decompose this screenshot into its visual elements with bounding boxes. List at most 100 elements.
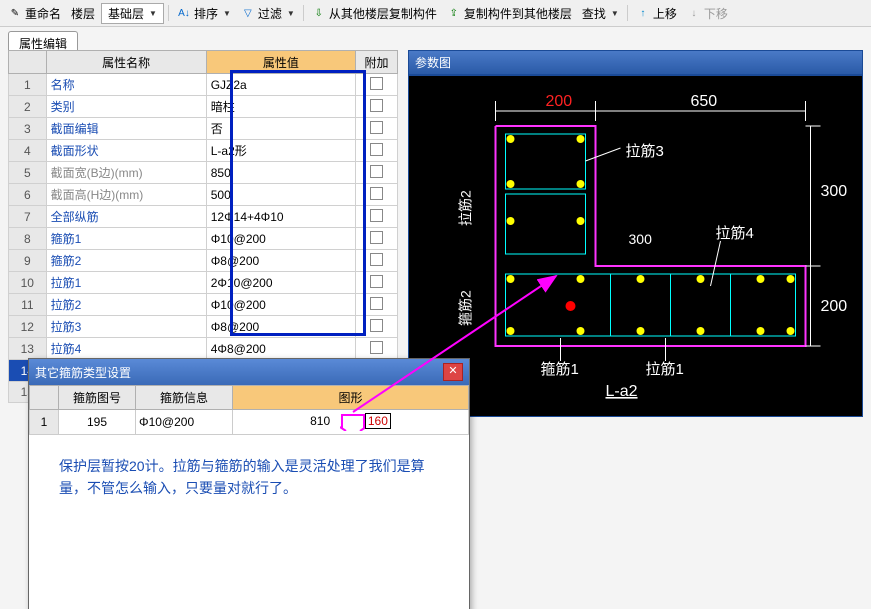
stirrup-number[interactable]: 195 xyxy=(59,410,136,435)
col-shape[interactable]: 图形 xyxy=(233,386,469,410)
prop-value[interactable]: 暗柱 xyxy=(206,96,355,118)
prop-extra[interactable] xyxy=(356,250,398,272)
checkbox-icon[interactable] xyxy=(370,297,383,310)
property-row[interactable]: 4截面形状L-a2形 xyxy=(9,140,398,162)
property-row[interactable]: 3截面编辑否 xyxy=(9,118,398,140)
close-button[interactable]: ✕ xyxy=(443,363,463,381)
checkbox-icon[interactable] xyxy=(370,253,383,266)
prop-value[interactable]: 12Φ14+4Φ10 xyxy=(206,206,355,228)
prop-extra[interactable] xyxy=(356,74,398,96)
col-name[interactable]: 属性名称 xyxy=(46,51,206,74)
col-num xyxy=(9,51,47,74)
col-stirrup-info[interactable]: 箍筋信息 xyxy=(136,386,233,410)
prop-name: 箍筋1 xyxy=(46,228,206,250)
move-down-button: ↓下移 xyxy=(683,4,732,23)
checkbox-icon[interactable] xyxy=(370,165,383,178)
other-stirrup-dialog: 其它箍筋类型设置 ✕ 箍筋图号 箍筋信息 图形 1 195 Φ10@200 81… xyxy=(28,358,470,609)
prop-extra[interactable] xyxy=(356,294,398,316)
prop-extra[interactable] xyxy=(356,228,398,250)
stirrup-info[interactable]: Φ10@200 xyxy=(136,410,233,435)
row-number: 10 xyxy=(9,272,47,294)
label-lajin1: 拉筋1 xyxy=(646,361,684,378)
prop-value[interactable]: 4Φ8@200 xyxy=(206,338,355,360)
property-row[interactable]: 12拉筋3Φ8@200 xyxy=(9,316,398,338)
property-row[interactable]: 8箍筋1Φ10@200 xyxy=(9,228,398,250)
property-row[interactable]: 2类别暗柱 xyxy=(9,96,398,118)
copy-to-icon: ⇪ xyxy=(447,6,461,20)
checkbox-icon[interactable] xyxy=(370,99,383,112)
arrow-up-icon: ↑ xyxy=(636,6,650,20)
col-stirrup-num[interactable]: 箍筋图号 xyxy=(59,386,136,410)
prop-extra[interactable] xyxy=(356,140,398,162)
prop-name: 拉筋2 xyxy=(46,294,206,316)
prop-extra[interactable] xyxy=(356,206,398,228)
checkbox-icon[interactable] xyxy=(370,275,383,288)
shape-dim1: 810 xyxy=(310,414,330,428)
checkbox-icon[interactable] xyxy=(370,187,383,200)
move-up-button[interactable]: ↑上移 xyxy=(632,4,681,23)
filter-button[interactable]: ▽过滤▼ xyxy=(237,4,299,23)
shape-dim2: 160 xyxy=(365,413,391,429)
prop-value[interactable]: 850 xyxy=(206,162,355,184)
prop-name: 箍筋2 xyxy=(46,250,206,272)
property-row[interactable]: 7全部纵筋12Φ14+4Φ10 xyxy=(9,206,398,228)
prop-extra[interactable] xyxy=(356,272,398,294)
stirrup-shape[interactable]: 810 160 xyxy=(233,410,469,435)
note-text: 保护层暂按20计。拉筋与箍筋的输入是灵活处理了我们是算量，不管怎么输入，只要量对… xyxy=(29,435,469,520)
prop-value[interactable]: Φ10@200 xyxy=(206,294,355,316)
find-button[interactable]: 查找▼ xyxy=(578,4,623,23)
property-row[interactable]: 5截面宽(B边)(mm)850 xyxy=(9,162,398,184)
row-num: 1 xyxy=(30,410,59,435)
prop-extra[interactable] xyxy=(356,316,398,338)
filter-icon: ▽ xyxy=(241,6,255,20)
row-number: 5 xyxy=(9,162,47,184)
checkbox-icon[interactable] xyxy=(370,231,383,244)
prop-name: 拉筋3 xyxy=(46,316,206,338)
property-row[interactable]: 1名称GJZ2a xyxy=(9,74,398,96)
prop-value[interactable]: 500 xyxy=(206,184,355,206)
property-row[interactable]: 11拉筋2Φ10@200 xyxy=(9,294,398,316)
prop-extra[interactable] xyxy=(356,184,398,206)
prop-value[interactable]: Φ8@200 xyxy=(206,316,355,338)
copy-from-button[interactable]: ⇩从其他楼层复制构件 xyxy=(308,4,441,23)
section-name: L-a2 xyxy=(606,383,638,400)
prop-value[interactable]: GJZ2a xyxy=(206,74,355,96)
prop-extra[interactable] xyxy=(356,162,398,184)
checkbox-icon[interactable] xyxy=(370,77,383,90)
checkbox-icon[interactable] xyxy=(370,341,383,354)
property-row[interactable]: 13拉筋44Φ8@200 xyxy=(9,338,398,360)
row-number: 9 xyxy=(9,250,47,272)
col-extra[interactable]: 附加 xyxy=(356,51,398,74)
row-number: 11 xyxy=(9,294,47,316)
property-row[interactable]: 9箍筋2Φ8@200 xyxy=(9,250,398,272)
stirrup-row[interactable]: 1 195 Φ10@200 810 160 xyxy=(30,410,469,435)
prop-value[interactable]: Φ10@200 xyxy=(206,228,355,250)
checkbox-icon[interactable] xyxy=(370,319,383,332)
prop-name: 截面编辑 xyxy=(46,118,206,140)
prop-extra[interactable] xyxy=(356,96,398,118)
dim-200: 200 xyxy=(546,93,573,110)
prop-extra[interactable] xyxy=(356,118,398,140)
prop-value[interactable]: 否 xyxy=(206,118,355,140)
property-row[interactable]: 10拉筋12Φ10@200 xyxy=(9,272,398,294)
prop-extra[interactable] xyxy=(356,338,398,360)
property-row[interactable]: 6截面高(H边)(mm)500 xyxy=(9,184,398,206)
checkbox-icon[interactable] xyxy=(370,143,383,156)
rename-button[interactable]: ✎重命名 xyxy=(4,4,65,23)
copy-to-button[interactable]: ⇪复制构件到其他楼层 xyxy=(443,4,576,23)
sort-button[interactable]: A↓排序▼ xyxy=(173,4,235,23)
base-layer-select[interactable]: 基础层▼ xyxy=(101,3,164,24)
row-number: 4 xyxy=(9,140,47,162)
dim-300a: 300 xyxy=(821,183,848,200)
prop-name: 截面形状 xyxy=(46,140,206,162)
floor-button[interactable]: 楼层 xyxy=(67,4,99,23)
prop-value[interactable]: 2Φ10@200 xyxy=(206,272,355,294)
diagram-panel-title: 参数图 xyxy=(408,50,863,75)
prop-value[interactable]: Φ8@200 xyxy=(206,250,355,272)
dim-200b: 200 xyxy=(821,298,848,315)
checkbox-icon[interactable] xyxy=(370,209,383,222)
main-toolbar: ✎重命名 楼层 基础层▼ A↓排序▼ ▽过滤▼ ⇩从其他楼层复制构件 ⇪复制构件… xyxy=(0,0,871,27)
prop-value[interactable]: L-a2形 xyxy=(206,140,355,162)
col-value[interactable]: 属性值 xyxy=(206,51,355,74)
checkbox-icon[interactable] xyxy=(370,121,383,134)
